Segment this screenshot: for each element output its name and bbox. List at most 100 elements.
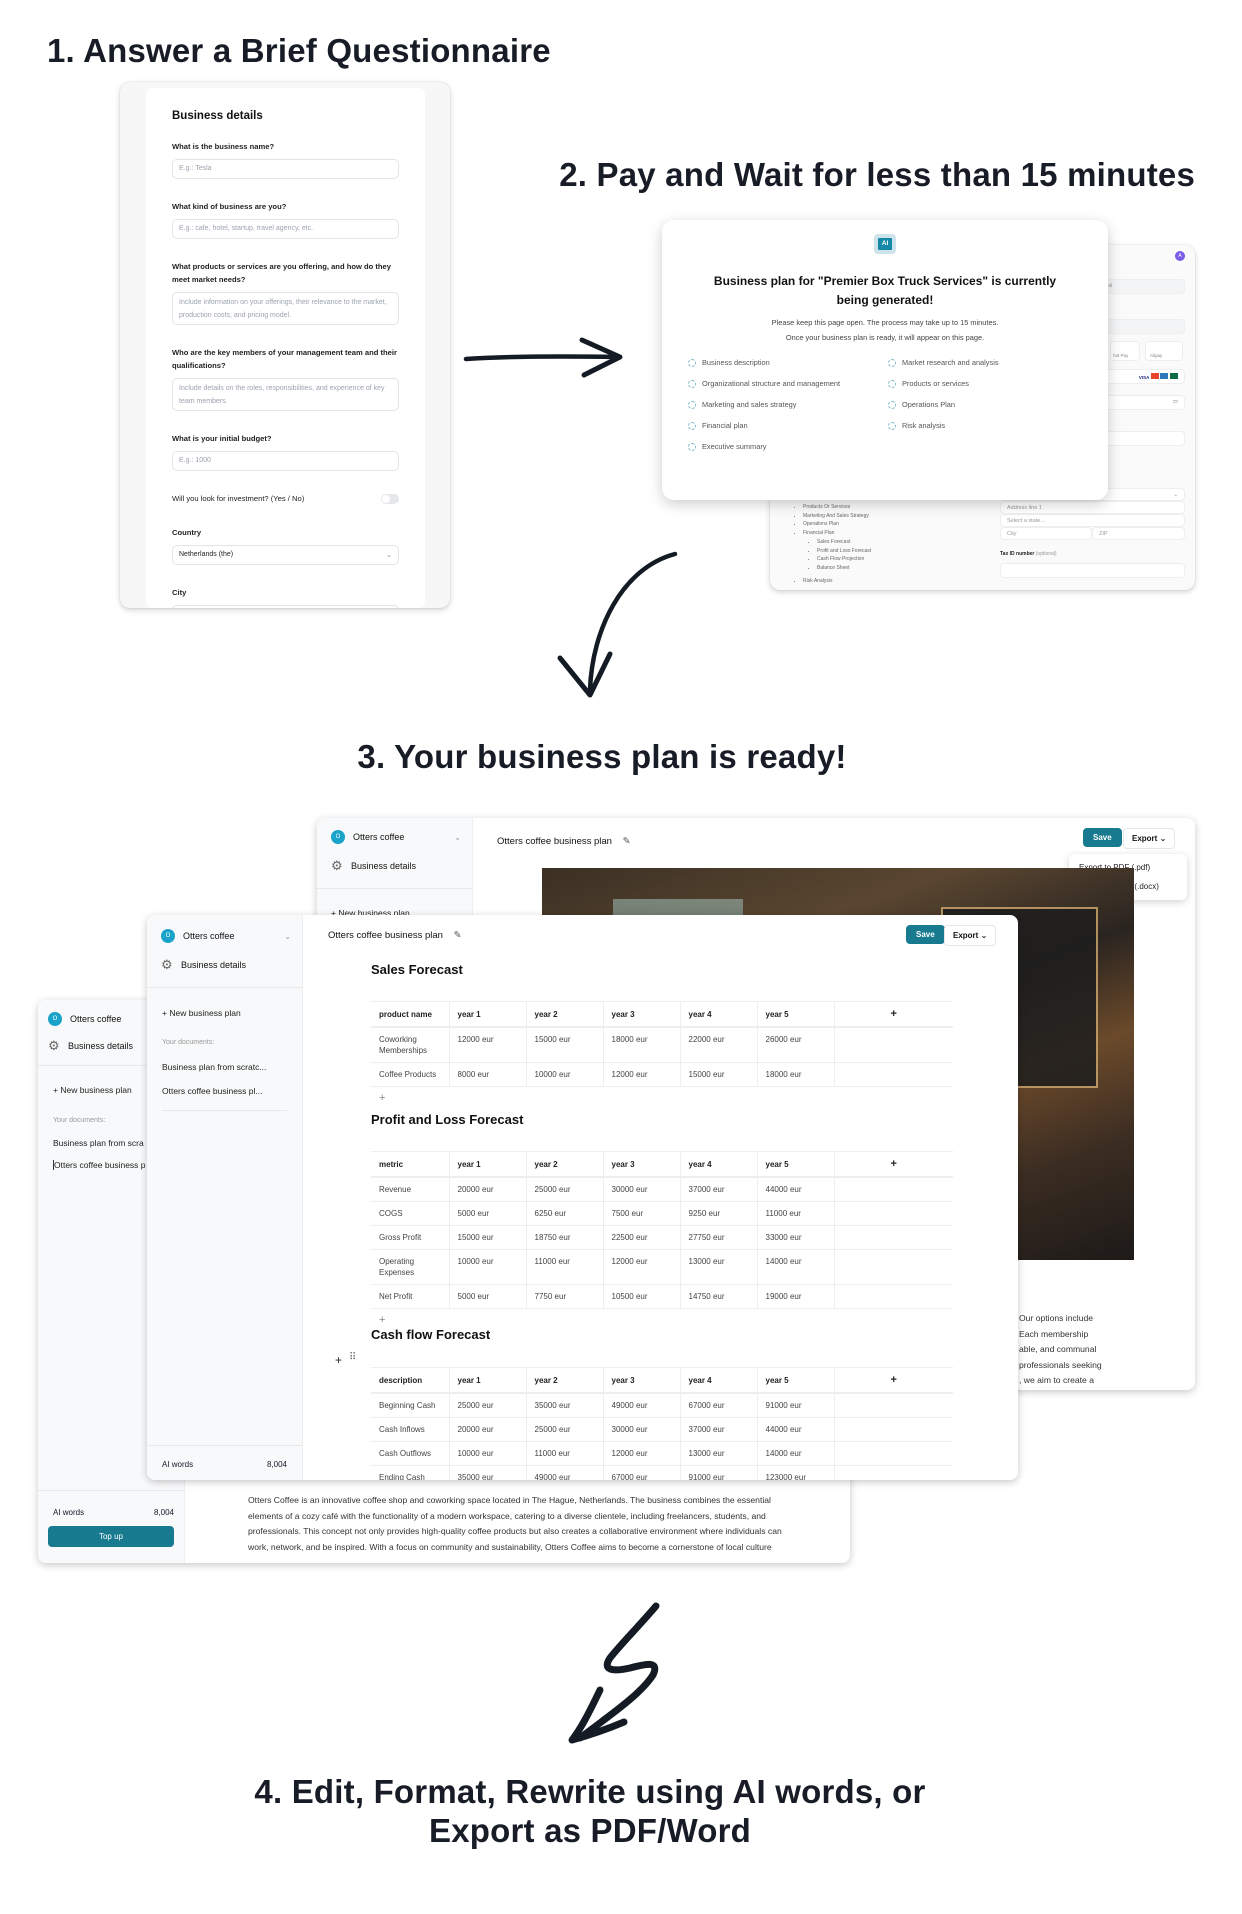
column-header[interactable]: year 3 bbox=[602, 1151, 680, 1178]
table-cell[interactable]: Operating Expenses bbox=[371, 1249, 449, 1285]
table-cell[interactable]: Revenue bbox=[371, 1177, 449, 1202]
add-column-icon[interactable]: + bbox=[833, 1001, 953, 1028]
table-cell[interactable]: 6250 eur bbox=[525, 1201, 603, 1226]
table-cell[interactable]: Coworking Memberships bbox=[371, 1027, 449, 1063]
table-cell[interactable]: Cash Inflows bbox=[371, 1417, 449, 1442]
table-cell[interactable]: 12000 eur bbox=[448, 1027, 526, 1063]
table-cell[interactable]: 7500 eur bbox=[602, 1201, 680, 1226]
table-cell[interactable]: 26000 eur bbox=[756, 1027, 834, 1063]
column-header[interactable]: year 1 bbox=[448, 1001, 526, 1028]
new-plan-button[interactable]: + New business plan bbox=[53, 1085, 132, 1095]
column-header[interactable]: year 3 bbox=[602, 1367, 680, 1394]
workspace-switcher[interactable]: O Otters coffee bbox=[48, 1012, 121, 1026]
table-cell[interactable]: 22000 eur bbox=[679, 1027, 757, 1063]
table-cell[interactable]: Gross Profit bbox=[371, 1225, 449, 1250]
table-cell[interactable]: 11000 eur bbox=[525, 1441, 603, 1466]
table-cell[interactable]: 11000 eur bbox=[756, 1201, 834, 1226]
table-cell[interactable]: 18000 eur bbox=[756, 1062, 834, 1087]
table-cell[interactable]: 12000 eur bbox=[602, 1441, 680, 1466]
table-cell[interactable]: 27750 eur bbox=[679, 1225, 757, 1250]
table-cell[interactable]: 5000 eur bbox=[448, 1201, 526, 1226]
table-cell[interactable]: 37000 eur bbox=[679, 1417, 757, 1442]
zip-field[interactable]: ZIP bbox=[1092, 527, 1185, 540]
column-header[interactable]: year 4 bbox=[679, 1151, 757, 1178]
table-cell[interactable]: 15000 eur bbox=[525, 1027, 603, 1063]
table-cell[interactable]: 35000 eur bbox=[525, 1393, 603, 1418]
table-cell[interactable]: 67000 eur bbox=[679, 1393, 757, 1418]
table-cell[interactable]: 14000 eur bbox=[756, 1441, 834, 1466]
column-header[interactable]: year 2 bbox=[525, 1001, 603, 1028]
column-header[interactable]: year 5 bbox=[756, 1001, 834, 1028]
table-cell[interactable]: COGS bbox=[371, 1201, 449, 1226]
table-cell[interactable]: 14000 eur bbox=[756, 1249, 834, 1285]
table-cell[interactable]: 123000 eur bbox=[756, 1465, 834, 1480]
table-cell[interactable]: 12000 eur bbox=[602, 1062, 680, 1087]
country-select[interactable]: Netherlands (the) ⌄ bbox=[172, 545, 399, 565]
cashflow-forecast-table[interactable]: description year 1 year 2 year 3 year 4 year … bbox=[371, 1367, 953, 1480]
add-block-icon[interactable]: + bbox=[335, 1353, 342, 1367]
table-cell[interactable]: Ending Cash bbox=[371, 1465, 449, 1480]
table-cell[interactable]: Beginning Cash bbox=[371, 1393, 449, 1418]
table-cell[interactable]: 13000 eur bbox=[679, 1249, 757, 1285]
budget-input[interactable]: E.g.: 1000 bbox=[172, 451, 399, 471]
drag-handle-icon[interactable]: ⠿ bbox=[349, 1352, 356, 1363]
business-details-link[interactable]: ⚙ Business details bbox=[161, 958, 246, 971]
products-textarea[interactable]: Include information on your offerings, t… bbox=[172, 292, 399, 325]
document-link-active[interactable]: Otters coffee business pl... bbox=[162, 1086, 262, 1096]
table-cell[interactable]: 10000 eur bbox=[448, 1441, 526, 1466]
sales-forecast-table[interactable]: product name year 1 year 2 year 3 year 4 year… bbox=[371, 1001, 953, 1110]
business-details-link[interactable]: ⚙ Business details bbox=[331, 859, 416, 872]
wechat-pay-option[interactable]: hat Pay bbox=[1110, 341, 1140, 361]
tax-id-field[interactable] bbox=[1000, 563, 1185, 578]
table-cell[interactable]: 10000 eur bbox=[525, 1062, 603, 1087]
topup-button[interactable]: Top up bbox=[48, 1526, 174, 1547]
table-cell[interactable]: 7750 eur bbox=[525, 1284, 603, 1309]
user-avatar[interactable]: A bbox=[1175, 251, 1185, 261]
add-column-icon[interactable]: + bbox=[833, 1367, 953, 1394]
table-cell[interactable]: 30000 eur bbox=[602, 1417, 680, 1442]
business-name-input[interactable]: E.g.: Tesla bbox=[172, 159, 399, 179]
table-cell[interactable]: 44000 eur bbox=[756, 1177, 834, 1202]
document-link[interactable]: Business plan from scra bbox=[53, 1138, 144, 1148]
new-plan-button[interactable]: + New business plan bbox=[162, 1008, 241, 1018]
column-header[interactable]: year 1 bbox=[448, 1367, 526, 1394]
table-cell[interactable]: 91000 eur bbox=[756, 1393, 834, 1418]
table-cell[interactable]: 30000 eur bbox=[602, 1177, 680, 1202]
column-header[interactable]: year 4 bbox=[679, 1367, 757, 1394]
table-cell[interactable]: 18000 eur bbox=[602, 1027, 680, 1063]
column-header[interactable]: year 1 bbox=[448, 1151, 526, 1178]
add-column-icon[interactable]: + bbox=[833, 1151, 953, 1178]
column-header[interactable]: year 3 bbox=[602, 1001, 680, 1028]
table-cell[interactable]: 33000 eur bbox=[756, 1225, 834, 1250]
column-header[interactable]: product name bbox=[371, 1001, 449, 1028]
pnl-forecast-table[interactable]: metric year 1 year 2 year 3 year 4 year 5 + Rev… bbox=[371, 1151, 953, 1332]
column-header[interactable]: metric bbox=[371, 1151, 449, 1178]
export-button[interactable]: Export ⌄ bbox=[1123, 828, 1176, 849]
table-cell[interactable]: 19000 eur bbox=[756, 1284, 834, 1309]
table-cell[interactable]: 12000 eur bbox=[602, 1249, 680, 1285]
table-cell[interactable]: 14750 eur bbox=[679, 1284, 757, 1309]
column-header[interactable]: year 4 bbox=[679, 1001, 757, 1028]
state-select[interactable]: Select a state... bbox=[1000, 514, 1185, 527]
column-header[interactable]: year 2 bbox=[525, 1367, 603, 1394]
business-details-link[interactable]: ⚙ Business details bbox=[48, 1039, 133, 1052]
export-button[interactable]: Export ⌄ bbox=[944, 925, 997, 946]
table-cell[interactable]: 67000 eur bbox=[602, 1465, 680, 1480]
workspace-switcher[interactable]: O Otters coffee ⌄ bbox=[331, 830, 461, 844]
table-cell[interactable]: Coffee Products bbox=[371, 1062, 449, 1087]
add-row-icon[interactable]: + bbox=[371, 1087, 953, 1111]
table-cell[interactable]: 5000 eur bbox=[448, 1284, 526, 1309]
document-link[interactable]: Business plan from scratc... bbox=[162, 1062, 266, 1072]
table-cell[interactable]: 25000 eur bbox=[525, 1417, 603, 1442]
table-cell[interactable]: 15000 eur bbox=[679, 1062, 757, 1087]
table-cell[interactable]: 10500 eur bbox=[602, 1284, 680, 1309]
table-cell[interactable]: Cash Outflows bbox=[371, 1441, 449, 1466]
table-cell[interactable]: 22500 eur bbox=[602, 1225, 680, 1250]
table-cell[interactable]: 49000 eur bbox=[602, 1393, 680, 1418]
table-cell[interactable]: 10000 eur bbox=[448, 1249, 526, 1285]
table-cell[interactable]: 35000 eur bbox=[448, 1465, 526, 1480]
document-link-active[interactable]: Otters coffee business p bbox=[53, 1160, 146, 1170]
table-cell[interactable]: 20000 eur bbox=[448, 1177, 526, 1202]
column-header[interactable]: description bbox=[371, 1367, 449, 1394]
table-cell[interactable]: Net Profit bbox=[371, 1284, 449, 1309]
